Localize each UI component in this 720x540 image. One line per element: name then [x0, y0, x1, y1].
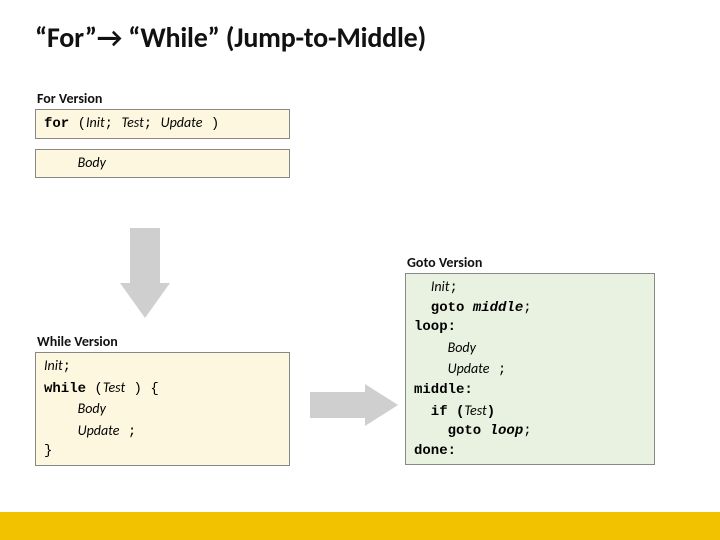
slide-title: “For”→ “While” (Jump-to-Middle) — [35, 20, 685, 55]
for-keyword: for — [44, 116, 69, 132]
footer-bar — [0, 512, 720, 540]
for-update: Update — [161, 114, 203, 131]
while-init-semi: ; — [63, 359, 71, 375]
for-body-box: Body — [35, 149, 290, 179]
goto-semi1: ; — [523, 300, 531, 316]
goto-loop-label: loop: — [414, 319, 456, 335]
goto-middle-ref: middle — [473, 300, 523, 316]
for-sep1: ; — [105, 116, 122, 132]
arrow-right-icon — [310, 380, 400, 430]
while-code-box: Init; while (Test ) { Body Update ; } — [35, 352, 290, 466]
goto-if-close: ) — [487, 404, 495, 420]
goto-update: Update — [448, 360, 490, 377]
for-init: Init — [86, 114, 105, 131]
goto-goto2: goto — [414, 423, 490, 439]
for-version-label: For Version — [37, 90, 290, 107]
goto-if: if ( — [414, 404, 464, 420]
goto-done-label: done: — [414, 443, 456, 459]
goto-goto1: goto — [414, 300, 473, 316]
for-version-block: For Version for (Init; Test; Update ) Bo… — [35, 90, 290, 178]
goto-test: Test — [464, 402, 486, 419]
for-header-box: for (Init; Test; Update ) — [35, 109, 290, 139]
while-test: Test — [103, 379, 125, 396]
while-brace-close: } — [44, 443, 52, 459]
title-for: “For” — [35, 20, 97, 55]
goto-init-semi: ; — [449, 280, 457, 296]
for-body: Body — [78, 154, 106, 171]
for-paren-close: ) — [202, 116, 219, 132]
while-paren-open: ( — [86, 381, 103, 397]
goto-body: Body — [448, 339, 476, 356]
while-update-semi: ; — [119, 424, 136, 440]
title-while: “While” (Jump-to-Middle) — [128, 20, 426, 55]
for-sep2: ; — [144, 116, 161, 132]
while-init: Init — [44, 357, 63, 374]
goto-middle-label: middle: — [414, 382, 473, 398]
while-body: Body — [78, 400, 106, 417]
while-brace-open: ) { — [125, 381, 159, 397]
goto-semi2: ; — [523, 423, 531, 439]
goto-update-semi: ; — [489, 362, 506, 378]
arrow-down-icon — [110, 228, 180, 323]
while-keyword: while — [44, 381, 86, 397]
arrow-icon: → — [97, 20, 122, 55]
while-version-label: While Version — [37, 333, 290, 350]
goto-init: Init — [431, 278, 450, 295]
for-paren-open: ( — [69, 116, 86, 132]
for-test: Test — [121, 114, 143, 131]
goto-version-block: Goto Version Init; goto middle; loop: Bo… — [405, 254, 655, 465]
goto-code-box: Init; goto middle; loop: Body Update ; m… — [405, 273, 655, 465]
while-update: Update — [78, 422, 120, 439]
goto-version-label: Goto Version — [407, 254, 655, 271]
goto-loop-ref: loop — [490, 423, 524, 439]
slide: “For”→ “While” (Jump-to-Middle) For Vers… — [0, 0, 720, 540]
while-version-block: While Version Init; while (Test ) { Body… — [35, 333, 290, 466]
